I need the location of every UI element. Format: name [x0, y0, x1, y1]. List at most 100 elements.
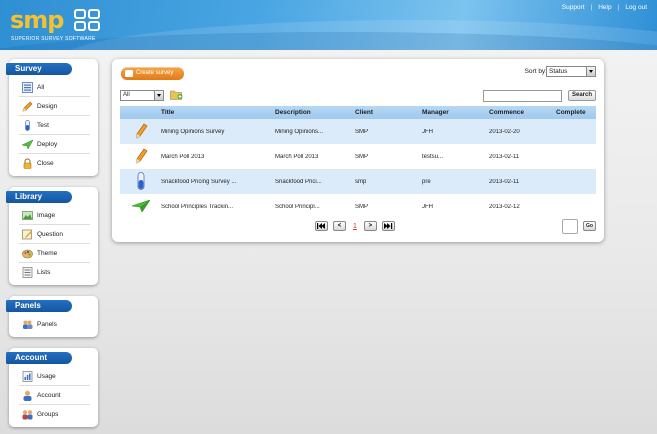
sidebar-item-design[interactable]: Design: [19, 97, 90, 116]
sidebar-item-label: Question: [37, 230, 64, 238]
pencil-icon: [22, 101, 33, 112]
paper-plane-icon: [21, 138, 34, 150]
account-panel: Account Usage Account Groups: [6, 348, 98, 427]
panels-panel: Panels Panels: [6, 296, 98, 337]
sidebar-item-label: All: [37, 83, 45, 91]
sidebar-item-label: Usage: [37, 372, 56, 380]
pencil-icon: [134, 123, 148, 141]
row-client: SMP: [355, 153, 369, 160]
last-page-button[interactable]: [381, 221, 395, 231]
library-panel-title: Library: [6, 191, 72, 203]
table-row[interactable]: Mining Opinions Survey Mining Opinions..…: [120, 119, 596, 144]
question-icon: [22, 229, 33, 240]
search-input[interactable]: [483, 90, 562, 102]
chevron-down-icon: [154, 91, 163, 100]
survey-panel: Survey All Design Test Deploy Close: [6, 59, 98, 176]
sidebar-item-label: Groups: [37, 411, 59, 418]
search-button[interactable]: Search: [568, 90, 596, 101]
row-title: March Poll 2013: [161, 153, 205, 160]
sort-by-label: Sort by:: [524, 68, 547, 75]
row-commence: 2013-02-11: [489, 153, 520, 160]
go-button[interactable]: Go: [583, 221, 596, 231]
row-manager: pre: [422, 178, 431, 185]
create-survey-label: Create survey: [136, 70, 174, 76]
list-icon: [22, 81, 33, 93]
page-size-input[interactable]: [562, 219, 578, 234]
top-links: Support | Help | Log out: [562, 4, 647, 11]
sort-by-select[interactable]: Status: [546, 66, 596, 77]
table-row[interactable]: School Principles Trackin... School Prin…: [120, 194, 596, 219]
page-number[interactable]: 1: [351, 223, 359, 230]
column-header-commence[interactable]: Commence: [489, 109, 556, 116]
filter-value: All: [123, 92, 130, 98]
panels-panel-title: Panels: [6, 300, 72, 312]
pagination: < 1 >: [315, 221, 395, 231]
user-icon: [22, 390, 33, 401]
row-description: March Poll 2013: [275, 153, 319, 160]
sidebar-item-label: Close: [37, 160, 54, 167]
image-icon: [22, 210, 33, 221]
sidebar-item-groups[interactable]: Groups: [19, 405, 90, 424]
column-header-description[interactable]: Description: [275, 109, 355, 116]
table-row[interactable]: March Poll 2013 March Poll 2013 SMP test…: [120, 144, 596, 169]
pencil-icon: [134, 148, 148, 166]
survey-panel-title: Survey: [6, 63, 72, 75]
sidebar-item-close[interactable]: Close: [19, 154, 90, 173]
sidebar-item-question[interactable]: Question: [19, 225, 90, 244]
column-header-complete[interactable]: Complete: [556, 109, 596, 116]
lists-icon: [22, 267, 33, 278]
logout-link[interactable]: Log out: [625, 4, 647, 11]
sort-by-value: Status: [549, 68, 568, 75]
row-description: Snackfood Prici...: [275, 178, 322, 185]
row-client: SMP: [355, 203, 369, 210]
chevron-down-icon: [586, 67, 595, 76]
prev-page-button[interactable]: <: [333, 221, 346, 231]
sidebar-item-test[interactable]: Test: [19, 116, 90, 135]
sidebar-item-all[interactable]: All: [19, 78, 90, 97]
sidebar-item-account[interactable]: Account: [19, 386, 90, 405]
column-header-manager[interactable]: Manager: [422, 109, 489, 116]
paper-plane-icon: [131, 198, 151, 214]
filter-select[interactable]: All: [120, 90, 164, 101]
sidebar-item-image[interactable]: Image: [19, 206, 90, 225]
row-manager: JFH: [422, 128, 433, 135]
table-header: Title Description Client Manager Commenc…: [120, 106, 596, 119]
logo[interactable]: smp SUPERIOR SURVEY SOFTWARE: [10, 6, 120, 46]
row-manager: testsu...: [422, 153, 444, 160]
test-tube-icon: [136, 171, 146, 192]
column-header-client[interactable]: Client: [355, 109, 422, 116]
sidebar-item-label: Lists: [37, 269, 51, 276]
sidebar-item-deploy[interactable]: Deploy: [19, 135, 90, 154]
theme-icon: [22, 248, 33, 259]
create-survey-button[interactable]: Create survey: [121, 67, 184, 80]
sidebar-item-label: Account: [37, 391, 61, 399]
add-folder-icon[interactable]: [170, 89, 183, 100]
sidebar-item-usage[interactable]: Usage: [19, 367, 90, 386]
sidebar-item-theme[interactable]: Theme: [19, 244, 90, 263]
row-manager: JFH: [422, 203, 433, 210]
column-header-title[interactable]: Title: [161, 109, 275, 116]
survey-table: Title Description Client Manager Commenc…: [120, 106, 596, 219]
support-link[interactable]: Support: [562, 4, 585, 11]
sidebar-item-label: Theme: [37, 249, 58, 257]
groups-icon: [22, 409, 33, 420]
next-page-button[interactable]: >: [363, 221, 377, 231]
library-panel: Library Image Question Theme Lists: [6, 187, 98, 285]
last-page-icon: [383, 223, 393, 229]
padlock-icon: [22, 158, 33, 169]
table-row[interactable]: Snackfood Pricing Survey ... Snackfood P…: [120, 169, 596, 194]
sidebar-item-panels[interactable]: Panels: [19, 315, 90, 334]
logo-grid-icon: [74, 9, 102, 33]
sidebar-item-label: Deploy: [37, 140, 58, 148]
row-description: Mining Opinions...: [275, 128, 324, 135]
logo-text: smp: [10, 6, 64, 34]
help-link[interactable]: Help: [598, 4, 611, 11]
first-page-button[interactable]: [315, 221, 328, 231]
row-commence: 2013-02-12: [489, 203, 520, 210]
row-description: School Principl...: [275, 203, 320, 210]
row-client: smp: [355, 178, 367, 185]
logo-tagline: SUPERIOR SURVEY SOFTWARE: [11, 36, 96, 42]
sidebar-item-label: Design: [37, 102, 58, 110]
sidebar-item-lists[interactable]: Lists: [19, 263, 90, 282]
row-commence: 2013-02-11: [489, 178, 520, 185]
